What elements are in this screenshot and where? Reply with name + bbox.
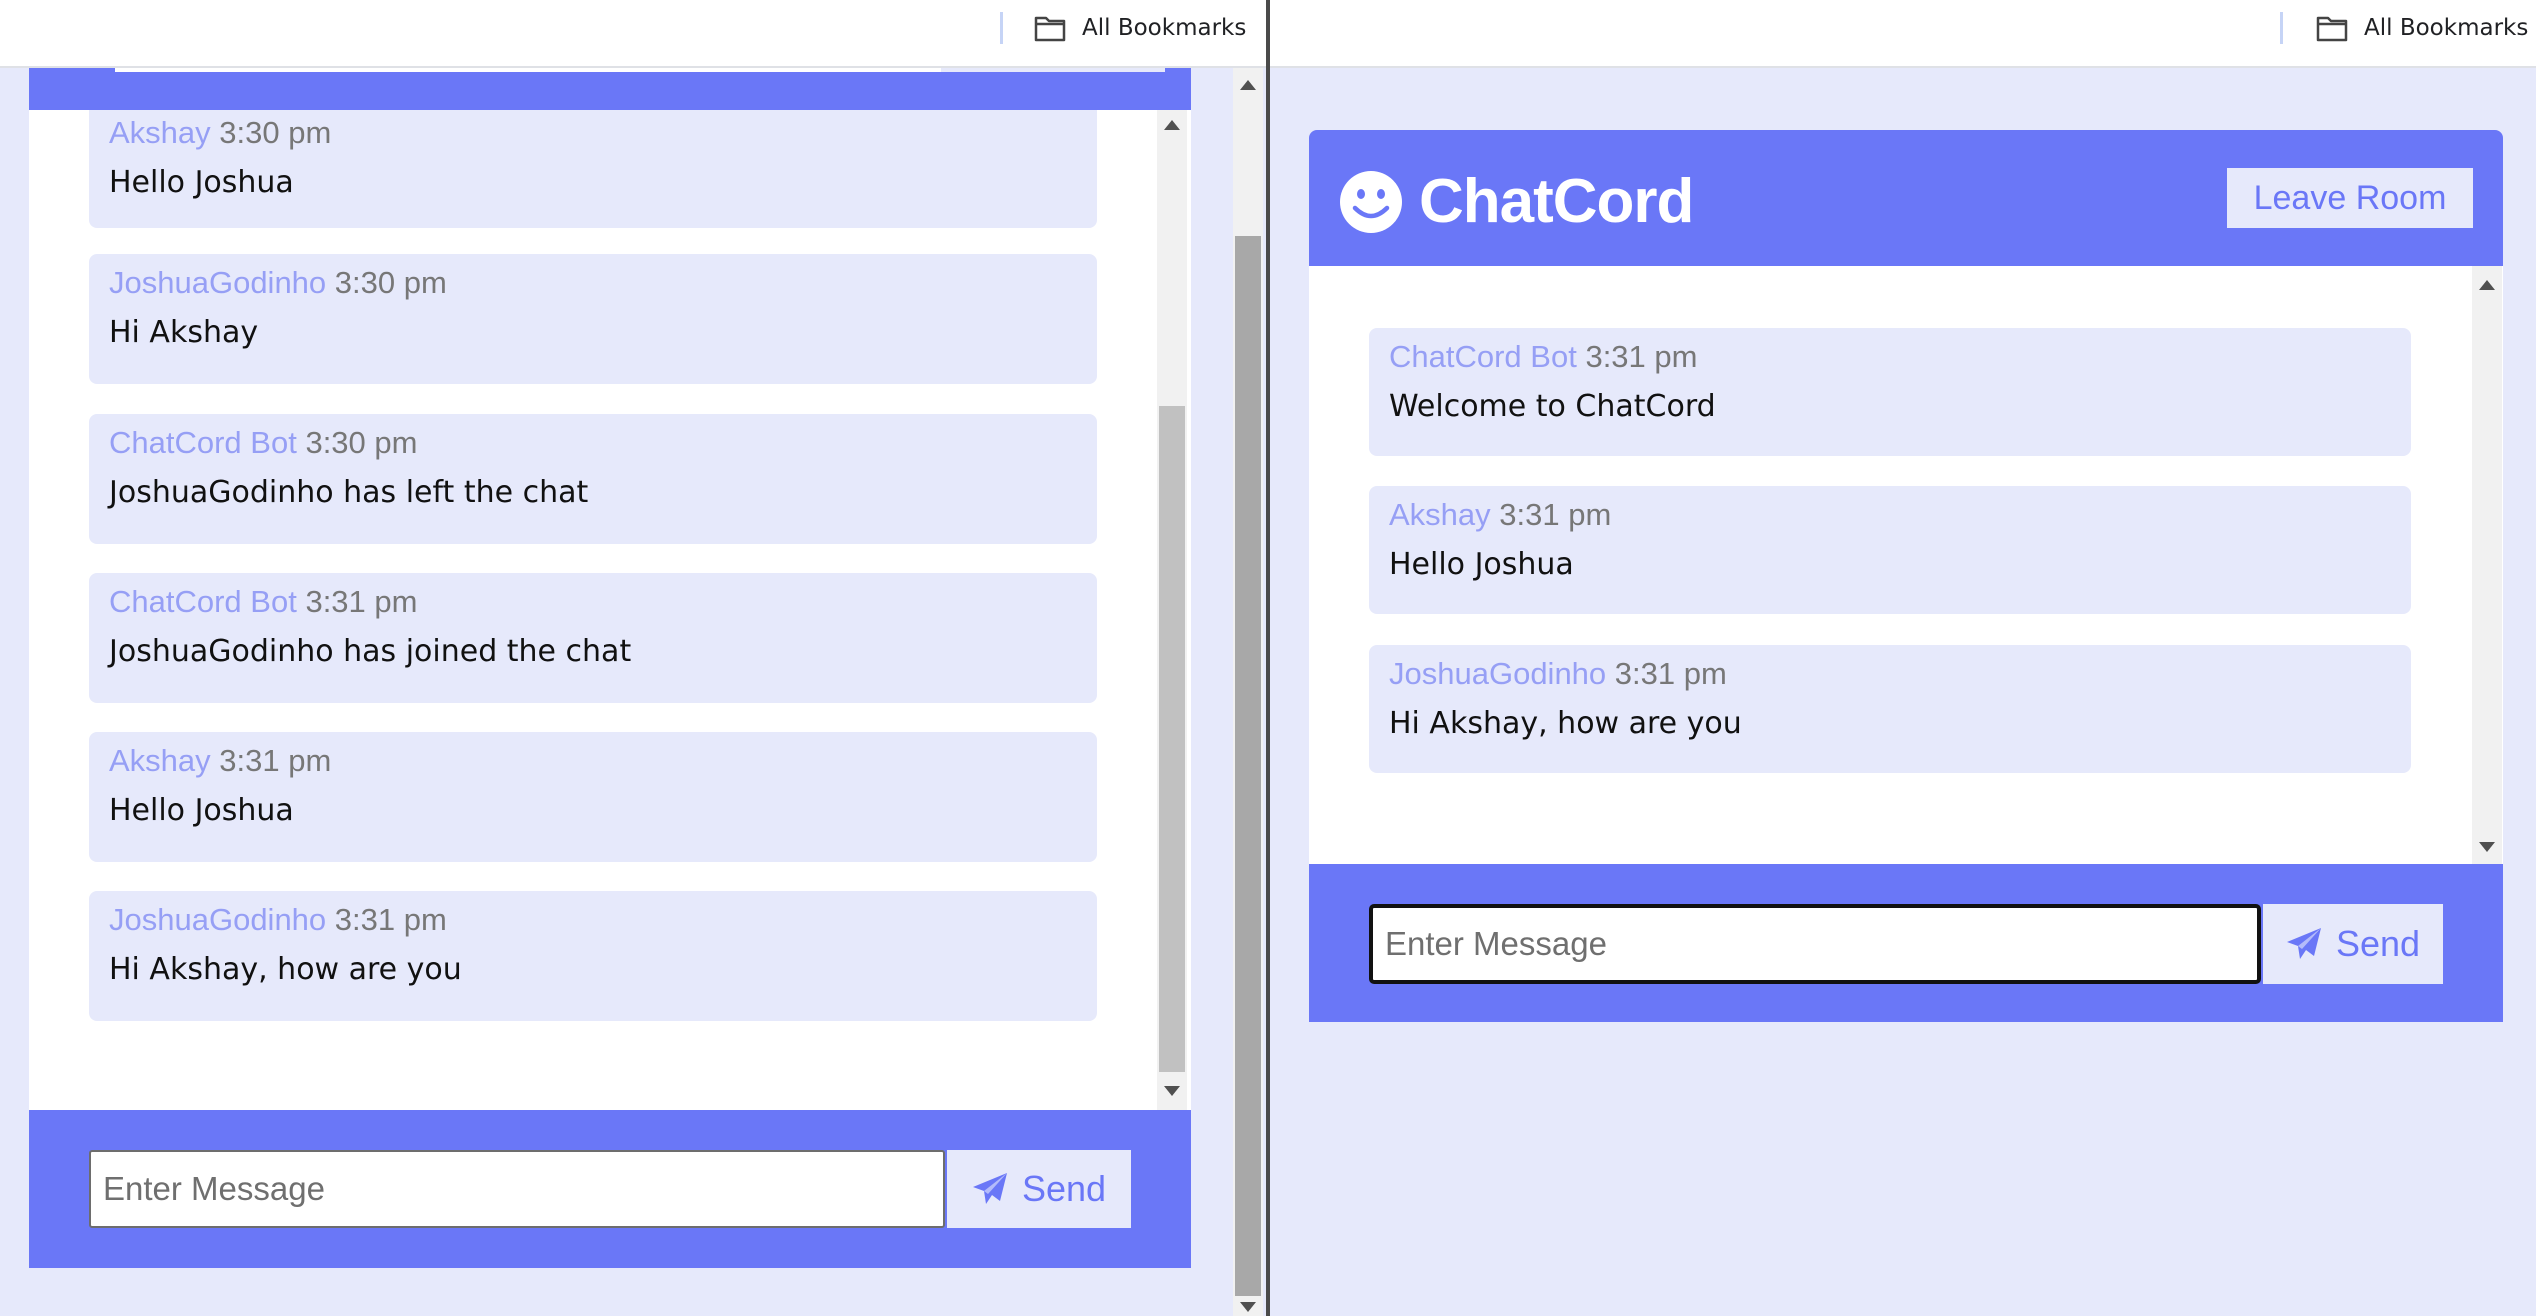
message-meta: ChatCord Bot 3:30 pm bbox=[109, 424, 1077, 462]
send-button[interactable]: Send bbox=[947, 1150, 1131, 1228]
message-meta: JoshuaGodinho 3:31 pm bbox=[109, 901, 1077, 939]
messages-scrollbar[interactable] bbox=[1157, 110, 1187, 1110]
message-text: Hi Akshay, how are you bbox=[109, 952, 462, 987]
message-text: Hi Akshay, how are you bbox=[1389, 706, 1742, 741]
leave-room-button[interactable]: Leave Room bbox=[2227, 168, 2473, 228]
message-meta: Akshay 3:30 pm bbox=[109, 114, 1077, 152]
message-username: ChatCord Bot bbox=[109, 425, 297, 460]
message-meta: JoshuaGodinho 3:31 pm bbox=[1389, 655, 2391, 693]
app-title: ChatCord bbox=[1419, 167, 1694, 236]
message-time: 3:31 pm bbox=[1585, 339, 1698, 374]
message-text: Hello Joshua bbox=[109, 793, 294, 828]
all-bookmarks-label: All Bookmarks bbox=[1082, 15, 1247, 41]
message: ChatCord Bot 3:31 pm Welcome to ChatCord bbox=[1369, 328, 2411, 456]
scroll-up-arrow-icon[interactable] bbox=[2479, 280, 2495, 290]
message-username: ChatCord Bot bbox=[109, 584, 297, 619]
all-bookmarks-button[interactable]: All Bookmarks bbox=[2316, 10, 2528, 46]
message-input[interactable] bbox=[1369, 904, 2261, 984]
app-logo: ChatCord bbox=[1339, 166, 1694, 237]
window-scrollbar-thumb[interactable] bbox=[1235, 236, 1261, 1296]
message-username: Akshay bbox=[109, 743, 211, 778]
message: Akshay 3:31 pm Hello Joshua bbox=[1369, 486, 2411, 614]
message-text: Welcome to ChatCord bbox=[1389, 389, 1716, 424]
window-scroll-up-arrow-icon[interactable] bbox=[1240, 80, 1256, 90]
message: JoshuaGodinho 3:30 pm Hi Akshay bbox=[89, 254, 1097, 384]
chat-form-container: Send bbox=[29, 1110, 1191, 1268]
folder-icon bbox=[1034, 16, 1066, 42]
all-bookmarks-button[interactable]: All Bookmarks bbox=[1034, 10, 1246, 46]
paper-plane-icon bbox=[2286, 928, 2321, 959]
message-time: 3:30 pm bbox=[305, 425, 418, 460]
scroll-down-arrow-icon[interactable] bbox=[1164, 1086, 1180, 1096]
message-meta: Akshay 3:31 pm bbox=[109, 742, 1077, 780]
message-username: ChatCord Bot bbox=[1389, 339, 1577, 374]
message-username: JoshuaGodinho bbox=[109, 902, 327, 937]
bookmarks-bar: All Bookmarks bbox=[0, 0, 1266, 68]
leave-button-edge bbox=[941, 68, 1165, 72]
all-bookmarks-label: All Bookmarks bbox=[2364, 15, 2529, 41]
chat-header: ChatCord Leave Room bbox=[1309, 130, 2503, 266]
paper-plane-icon bbox=[972, 1173, 1007, 1204]
scroll-up-arrow-icon[interactable] bbox=[1164, 120, 1180, 130]
window-scrollbar[interactable] bbox=[1233, 68, 1263, 1316]
window-scroll-down-arrow-icon[interactable] bbox=[1240, 1302, 1256, 1312]
left-browser-window: All Bookmarks Akshay 3:30 pm Hello Joshu… bbox=[0, 0, 1266, 1316]
chat-messages[interactable]: ChatCord Bot 3:31 pm Welcome to ChatCord… bbox=[1309, 266, 2503, 864]
message-time: 3:31 pm bbox=[1499, 497, 1612, 532]
smile-icon bbox=[1340, 170, 1402, 233]
chat-messages[interactable]: Akshay 3:30 pm Hello Joshua JoshuaGodinh… bbox=[29, 110, 1191, 1110]
send-button[interactable]: Send bbox=[2263, 904, 2443, 984]
message-meta: ChatCord Bot 3:31 pm bbox=[109, 583, 1077, 621]
message-meta: Akshay 3:31 pm bbox=[1389, 496, 2391, 534]
bookmarks-separator bbox=[2280, 12, 2283, 44]
chat-header-partial bbox=[29, 68, 1191, 110]
message-meta: ChatCord Bot 3:31 pm bbox=[1389, 338, 2391, 376]
message-time: 3:31 pm bbox=[1614, 656, 1727, 691]
message: ChatCord Bot 3:31 pm JoshuaGodinho has j… bbox=[89, 573, 1097, 703]
message-time: 3:30 pm bbox=[219, 115, 332, 150]
message-time: 3:30 pm bbox=[334, 265, 447, 300]
folder-icon bbox=[2316, 16, 2348, 42]
scroll-down-arrow-icon[interactable] bbox=[2479, 842, 2495, 852]
message-username: Akshay bbox=[1389, 497, 1491, 532]
message-input[interactable] bbox=[89, 1150, 945, 1228]
message-text: JoshuaGodinho has left the chat bbox=[109, 475, 589, 510]
message-time: 3:31 pm bbox=[305, 584, 418, 619]
message-username: Akshay bbox=[109, 115, 211, 150]
message: Akshay 3:30 pm Hello Joshua bbox=[89, 110, 1097, 228]
message-meta: JoshuaGodinho 3:30 pm bbox=[109, 264, 1077, 302]
scrollbar-thumb[interactable] bbox=[1159, 406, 1185, 1072]
message-time: 3:31 pm bbox=[334, 902, 447, 937]
message: JoshuaGodinho 3:31 pm Hi Akshay, how are… bbox=[1369, 645, 2411, 773]
message-text: Hello Joshua bbox=[1389, 547, 1574, 582]
message: JoshuaGodinho 3:31 pm Hi Akshay, how are… bbox=[89, 891, 1097, 1021]
send-label: Send bbox=[2335, 923, 2421, 964]
messages-scrollbar[interactable] bbox=[2472, 266, 2502, 864]
message-username: JoshuaGodinho bbox=[1389, 656, 1607, 691]
send-label: Send bbox=[1021, 1168, 1107, 1209]
message-text: JoshuaGodinho has joined the chat bbox=[109, 634, 632, 669]
message-text: Hi Akshay bbox=[109, 315, 259, 350]
bookmarks-bar: All Bookmarks bbox=[1270, 0, 2536, 68]
bookmarks-separator bbox=[1000, 12, 1003, 44]
message-time: 3:31 pm bbox=[219, 743, 332, 778]
message: ChatCord Bot 3:30 pm JoshuaGodinho has l… bbox=[89, 414, 1097, 544]
message-text: Hello Joshua bbox=[109, 165, 294, 200]
chat-form-container: Send bbox=[1309, 864, 2503, 1022]
message: Akshay 3:31 pm Hello Joshua bbox=[89, 732, 1097, 862]
message-username: JoshuaGodinho bbox=[109, 265, 327, 300]
